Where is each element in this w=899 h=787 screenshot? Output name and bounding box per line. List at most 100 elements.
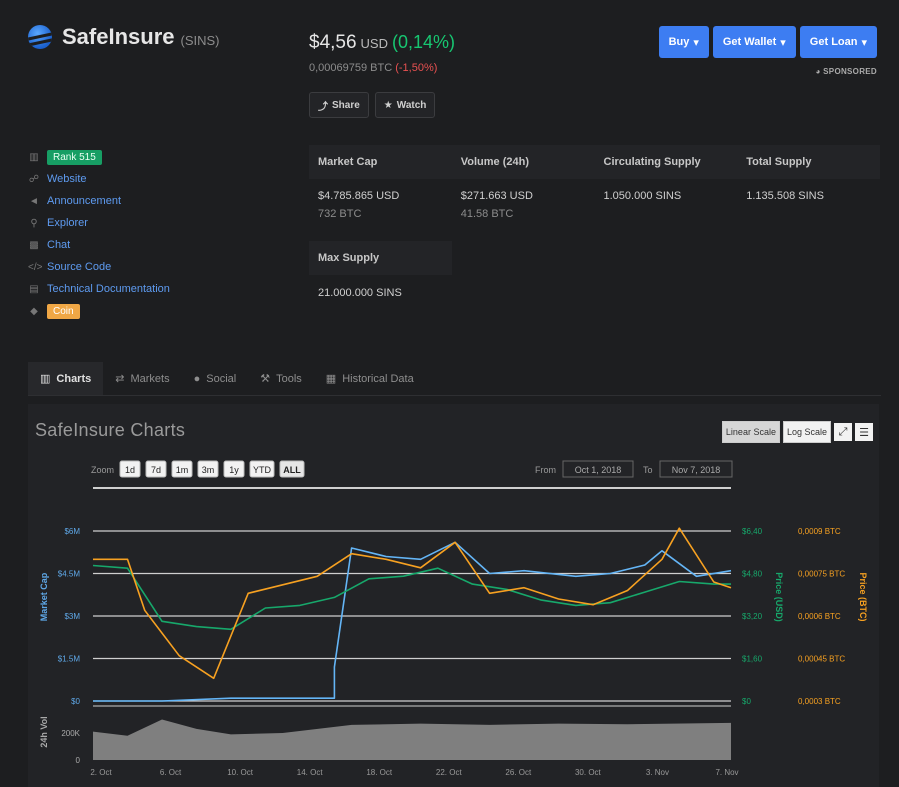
btc-tick: 0,0003 BTC	[798, 697, 841, 706]
stat-header-volume: Volume (24h)	[460, 156, 530, 168]
to-label: To	[643, 465, 653, 475]
usd-tick: $4,80	[742, 570, 763, 579]
zoom-label: Zoom	[91, 465, 114, 475]
share-button[interactable]: ⤴ Share	[309, 92, 369, 118]
zoom-button-label: ALL	[283, 465, 301, 475]
x-tick-label: 26. Oct	[505, 768, 532, 777]
buy-button[interactable]: Buy ▾	[658, 26, 709, 58]
chat-icon: ▩	[29, 239, 39, 251]
max-supply: 21.000.000 SINS	[318, 287, 402, 299]
coin-header: SafeInsure (SINS)	[28, 24, 220, 50]
btc-tick: 0,0009 BTC	[798, 527, 841, 536]
usd-tick: $0	[742, 697, 751, 706]
volume-axis-title: 24h Vol	[39, 716, 49, 747]
btc-price-line	[93, 527, 732, 680]
coin-tag-badge: Coin	[47, 303, 80, 319]
circulating-supply: 1.050.000 SINS	[603, 190, 682, 202]
get-wallet-button[interactable]: Get Wallet ▾	[712, 26, 796, 58]
volume-tick: 0	[76, 756, 81, 765]
chart-panel: SafeInsure Charts Linear Scale Log Scale…	[28, 404, 879, 787]
tab-charts[interactable]: ▥ Charts	[28, 362, 104, 395]
market-cap-tick: $4.5M	[58, 570, 81, 579]
btc-tick: 0,00045 BTC	[798, 655, 845, 664]
btc-axis-title: Price (BTC)	[858, 572, 868, 621]
volume-tick: 200K	[61, 729, 80, 738]
market-cap-tick: $0	[71, 697, 80, 706]
ad-icon: ◕	[815, 67, 821, 76]
price-usd-unit: USD	[360, 36, 388, 51]
chevron-down-icon: ▾	[861, 36, 867, 49]
wrench-icon: ⚒	[260, 373, 271, 385]
zoom-button-label: 1y	[229, 465, 239, 475]
sponsored-label[interactable]: ◕ SPONSORED	[816, 67, 878, 76]
volume-btc: 41.58 BTC	[460, 208, 514, 220]
price-btc-change: (-1,50%)	[395, 62, 438, 74]
x-tick-label: 2. Oct	[90, 768, 112, 777]
technical-documentation-link[interactable]: ▤ Technical Documentation	[28, 278, 170, 300]
link-icon: ☍	[28, 173, 40, 185]
tab-markets[interactable]: ⇄ Markets	[103, 362, 181, 395]
market-cap-tick: $6M	[64, 527, 80, 536]
chevron-down-icon: ▾	[693, 36, 699, 49]
to-date-input[interactable]: Nov 7, 2018	[672, 465, 721, 475]
rank-badge: Rank 515	[47, 149, 102, 165]
calendar-icon: ▦	[325, 373, 337, 385]
total-supply: 1.135.508 SINS	[746, 190, 824, 202]
usd-axis-title: Price (USD)	[774, 572, 784, 622]
x-tick-label: 7. Nov	[715, 768, 738, 777]
chevron-down-icon: ▾	[780, 36, 786, 49]
x-tick-label: 6. Oct	[160, 768, 182, 777]
coin-symbol: (SINS)	[180, 32, 220, 48]
coin-name: SafeInsure	[62, 24, 175, 49]
search-icon: ⚲	[30, 217, 38, 229]
x-tick-label: 18. Oct	[366, 768, 393, 777]
zoom-button-label: YTD	[253, 465, 272, 475]
globe-icon: ●	[193, 372, 201, 385]
x-tick-label: 10. Oct	[227, 768, 254, 777]
watch-button[interactable]: ★ Watch	[374, 92, 436, 118]
chat-link[interactable]: ▩ Chat	[28, 234, 170, 256]
price-chart[interactable]: Zoom 1d 7d 1m 3m 1y YTD ALL From Oct 1, 2018 T…	[28, 404, 879, 787]
usd-price-line	[92, 564, 731, 631]
market-cap-usd: $4.785.865 USD	[318, 190, 400, 202]
tab-bar: ▥ Charts ⇄ Markets ● Social ⚒ Tools ▦ Hi…	[28, 362, 881, 396]
explorer-link[interactable]: ⚲ Explorer	[28, 212, 170, 234]
code-icon: </>	[28, 261, 43, 273]
stat-header-circulating: Circulating Supply	[603, 156, 701, 168]
volume-usd: $271.663 USD	[460, 190, 533, 202]
source-code-link[interactable]: </> Source Code	[28, 256, 170, 278]
usd-tick: $1,60	[742, 655, 763, 664]
price-usd-change: (0,14%)	[392, 32, 456, 52]
x-tick-label: 22. Oct	[436, 768, 463, 777]
stat-header-market-cap: Market Cap	[318, 156, 378, 168]
megaphone-icon: ◄	[29, 195, 39, 207]
tab-social[interactable]: ● Social	[182, 362, 249, 395]
coin-logo-icon	[28, 25, 52, 49]
get-loan-button[interactable]: Get Loan ▾	[799, 26, 877, 58]
volume-area	[93, 719, 731, 760]
star-icon: ★	[383, 99, 393, 111]
market-cap-axis-title: Market Cap	[39, 572, 49, 621]
usd-tick: $6,40	[742, 527, 763, 536]
market-cap-tick: $3M	[64, 612, 80, 621]
zoom-button-label: 1m	[176, 465, 189, 475]
market-cap-tick: $1.5M	[58, 655, 81, 664]
stats-table: Market Cap Volume (24h) Circulating Supp…	[309, 145, 880, 299]
tab-tools[interactable]: ⚒ Tools	[248, 362, 314, 395]
bar-chart-icon: ▥	[29, 151, 39, 163]
price-btc: 0,00069759 BTC	[309, 62, 393, 74]
market-cap-btc: 732 BTC	[318, 208, 362, 220]
btc-tick: 0,00075 BTC	[798, 570, 845, 579]
x-tick-label: 14. Oct	[297, 768, 324, 777]
share-icon: ⤴	[318, 101, 328, 113]
price-usd: $4,56	[309, 32, 357, 53]
bar-chart-icon: ▥	[40, 373, 51, 385]
price-block: $4,56 USD (0,14%) 0,00069759 BTC (-1,50%…	[309, 32, 455, 74]
website-link[interactable]: ☍ Website	[28, 168, 170, 190]
zoom-button-label: 7d	[151, 465, 161, 475]
announcement-link[interactable]: ◄ Announcement	[28, 190, 170, 212]
tab-historical-data[interactable]: ▦ Historical Data	[314, 362, 426, 395]
from-date-input[interactable]: Oct 1, 2018	[575, 465, 622, 475]
x-tick-label: 30. Oct	[575, 768, 602, 777]
from-label: From	[535, 465, 556, 475]
